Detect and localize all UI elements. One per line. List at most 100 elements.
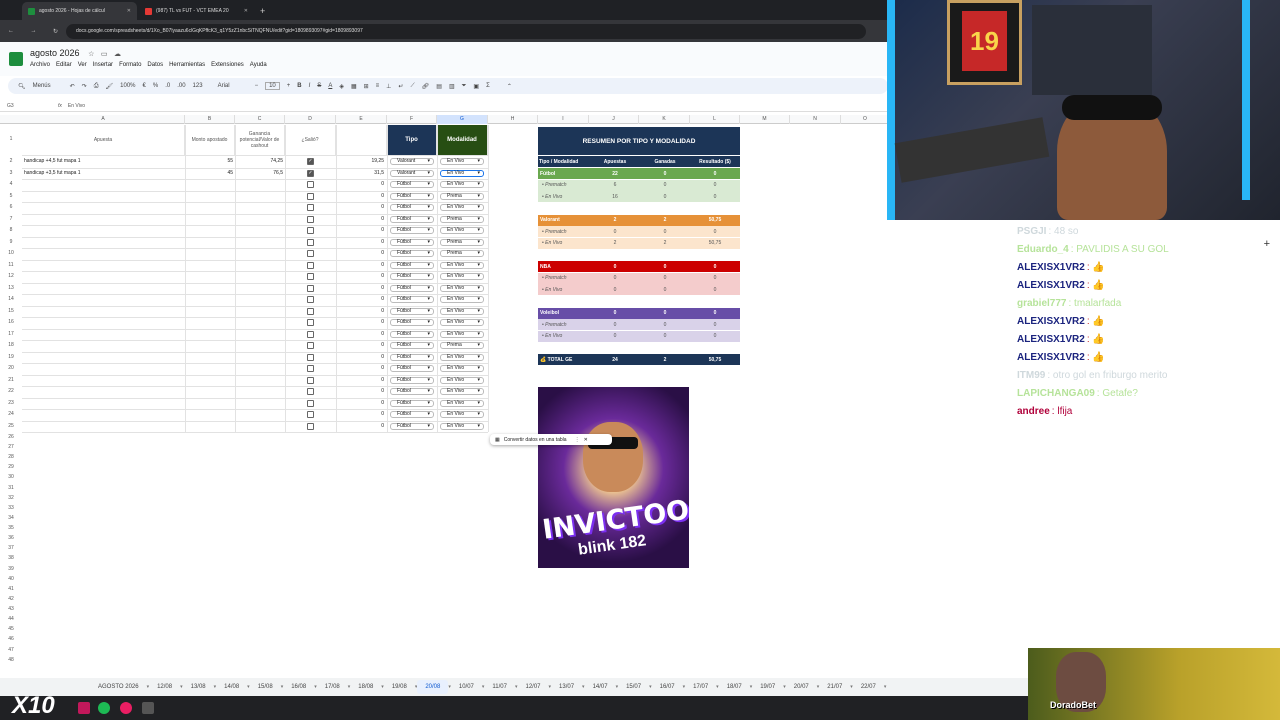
print-icon[interactable]: ⎙ [94, 83, 99, 90]
modalidad-dropdown[interactable]: En Vivo [440, 307, 484, 315]
taskbar-app-icon[interactable] [78, 702, 90, 714]
close-tab-icon[interactable]: ✕ [244, 8, 248, 14]
convert-table-suggestion[interactable]: ▦ Convertir datos en una tabla ⋮ ✕ [490, 434, 612, 445]
salio-checkbox[interactable] [307, 422, 314, 430]
chat-username[interactable]: andree [1017, 406, 1050, 417]
modalidad-dropdown[interactable]: En Vivo [440, 399, 484, 407]
tipo-dropdown[interactable]: Fútbol [390, 319, 434, 326]
tipo-dropdown[interactable]: Fútbol [390, 411, 434, 418]
chat-username[interactable]: grabiel777 [1017, 298, 1066, 309]
modalidad-dropdown[interactable]: Prema [440, 250, 484, 257]
undo-icon[interactable]: ↶ [70, 83, 75, 90]
resultado-cell[interactable]: 0 [336, 308, 384, 314]
name-box[interactable]: G3 [0, 103, 50, 109]
column-header-e[interactable]: E [336, 115, 387, 124]
salio-checkbox[interactable] [307, 215, 314, 223]
salio-checkbox[interactable]: ✓ [307, 169, 314, 177]
salio-checkbox[interactable] [307, 353, 314, 361]
salio-checkbox[interactable] [307, 250, 314, 257]
font-size-field[interactable]: 10 [265, 82, 280, 90]
tipo-dropdown[interactable]: Fútbol [390, 330, 434, 338]
filter-views-icon[interactable]: ▣ [473, 83, 479, 90]
chat-username[interactable]: LAPICHANGA09 [1017, 388, 1095, 399]
filter-icon[interactable]: ⏷ [462, 83, 467, 90]
tipo-dropdown[interactable]: Fútbol [390, 181, 434, 188]
modalidad-dropdown[interactable]: Prema [440, 215, 484, 223]
chat-username[interactable]: ALEXISX1VR2 [1017, 334, 1085, 345]
monto-cell[interactable]: 55 [185, 158, 233, 164]
modalidad-dropdown[interactable]: Prema [440, 342, 484, 349]
resultado-cell[interactable]: 19,25 [336, 158, 384, 164]
tipo-dropdown[interactable]: Fútbol [390, 422, 434, 430]
resultado-cell[interactable]: 0 [336, 342, 384, 348]
modalidad-dropdown[interactable]: En Vivo [440, 261, 484, 269]
chat-username[interactable]: ALEXISX1VR2 [1017, 316, 1085, 327]
sheets-logo-icon[interactable] [9, 52, 23, 66]
salio-checkbox[interactable] [307, 319, 314, 326]
spotify-icon[interactable] [98, 702, 110, 714]
sheet-tab[interactable]: 19/07 [752, 680, 783, 694]
modalidad-dropdown[interactable]: En Vivo [440, 422, 484, 430]
tipo-dropdown[interactable]: Fútbol [390, 261, 434, 269]
number-format-button[interactable]: 123 [193, 83, 203, 89]
ganancia-cell[interactable]: 76,5 [235, 170, 283, 176]
resultado-cell[interactable]: 0 [336, 400, 384, 406]
sheet-tab-menu-icon[interactable]: ▾ [884, 684, 887, 690]
sheet-tab[interactable]: 17/07 [685, 680, 716, 694]
salio-checkbox[interactable] [307, 330, 314, 338]
sheet-tab[interactable]: AGOSTO 2026 [90, 680, 147, 694]
chat-username[interactable]: Eduardo_4 [1017, 244, 1069, 255]
salio-checkbox[interactable] [307, 238, 314, 246]
sheet-tab[interactable]: 10/07 [451, 680, 482, 694]
resultado-cell[interactable]: 0 [336, 204, 384, 210]
sheet-tab[interactable]: 12/08 [149, 680, 180, 694]
salio-checkbox[interactable] [307, 365, 314, 372]
column-header-h[interactable]: H [488, 115, 538, 124]
tipo-dropdown[interactable]: Fútbol [390, 353, 434, 361]
forward-icon[interactable]: → [30, 28, 36, 35]
resultado-cell[interactable]: 0 [336, 193, 384, 199]
sheet-tab[interactable]: 13/08 [183, 680, 214, 694]
modalidad-dropdown[interactable]: En Vivo [440, 296, 484, 303]
font-size-increase-icon[interactable]: + [287, 83, 291, 89]
back-icon[interactable]: ← [8, 28, 14, 35]
tipo-dropdown[interactable]: Fútbol [390, 192, 434, 200]
bold-icon[interactable]: B [297, 83, 301, 89]
column-header-l[interactable]: L [690, 115, 740, 124]
functions-icon[interactable]: Σ [486, 83, 490, 89]
column-header-d[interactable]: D [285, 115, 336, 124]
borders-icon[interactable]: ▦ [351, 83, 357, 90]
column-header-k[interactable]: K [639, 115, 690, 124]
currency-icon[interactable]: € [143, 83, 146, 89]
column-header-f[interactable]: F [387, 115, 437, 124]
star-icon[interactable]: ☆ [88, 51, 94, 58]
resultado-cell[interactable]: 0 [336, 285, 384, 291]
salio-checkbox[interactable] [307, 204, 314, 211]
modalidad-dropdown[interactable]: Prema [440, 192, 484, 200]
salio-checkbox[interactable] [307, 284, 314, 292]
modalidad-dropdown[interactable]: Prema [440, 238, 484, 246]
tipo-dropdown[interactable]: Fútbol [390, 273, 434, 280]
align-vertical-icon[interactable]: ⊥ [386, 83, 391, 90]
modalidad-dropdown[interactable]: En Vivo [440, 365, 484, 372]
row-number[interactable]: 1 [0, 136, 22, 142]
text-color-icon[interactable]: A [328, 83, 332, 89]
new-tab-icon[interactable]: + [260, 6, 265, 16]
sheet-tab[interactable]: 19/08 [384, 680, 415, 694]
align-horizontal-icon[interactable]: ≡ [376, 83, 380, 89]
salio-checkbox[interactable]: ✓ [307, 158, 314, 165]
insert-comment-icon[interactable]: ▤ [436, 83, 442, 90]
salio-checkbox[interactable] [307, 307, 314, 315]
close-icon[interactable]: ✕ [584, 437, 588, 443]
reload-icon[interactable]: ↻ [53, 28, 58, 35]
resultado-cell[interactable]: 0 [336, 262, 384, 268]
menu-editar[interactable]: Editar [56, 62, 72, 68]
tipo-dropdown[interactable]: Fútbol [390, 342, 434, 349]
browser-tab-youtube[interactable]: (987) TL vs FUT - VCT EMEA 20 ✕ [139, 2, 254, 20]
salio-checkbox[interactable] [307, 181, 314, 188]
resultado-cell[interactable]: 0 [336, 331, 384, 337]
sheet-tab[interactable]: 22/07 [853, 680, 884, 694]
resultado-cell[interactable]: 0 [336, 239, 384, 245]
url-field[interactable]: docs.google.com/spreadsheets/d/1Xo_B07ly… [66, 23, 866, 39]
ganancia-cell[interactable]: 74,25 [235, 158, 283, 164]
